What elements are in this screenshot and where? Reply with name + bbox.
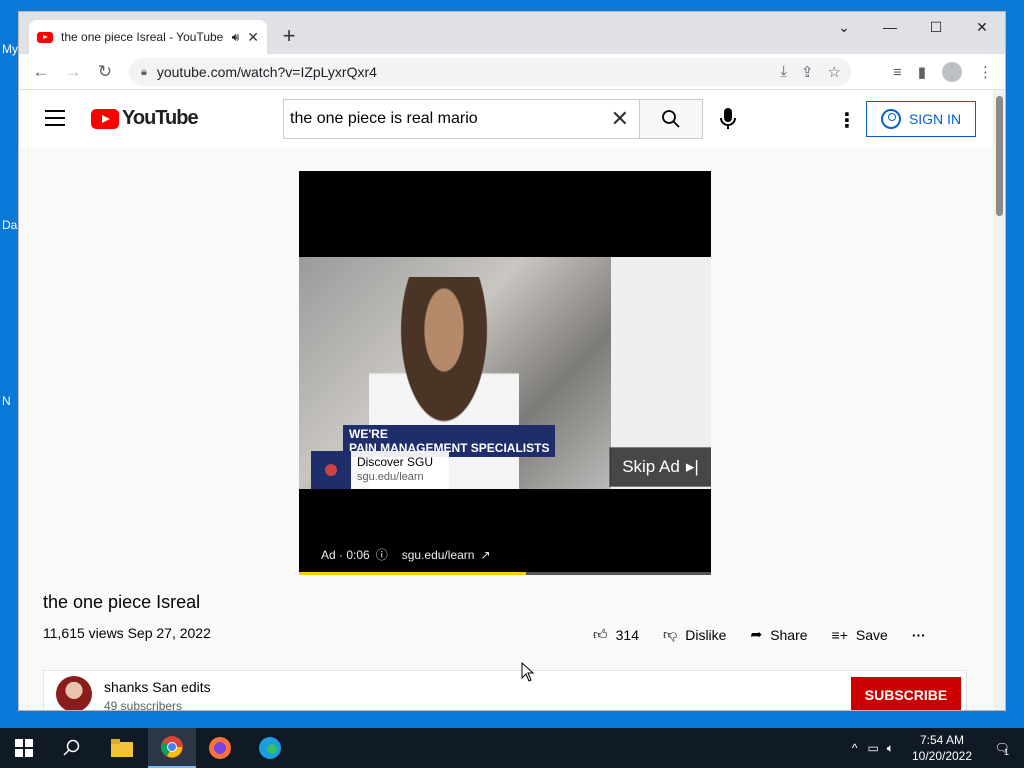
folder-icon [111, 739, 133, 757]
speaker-icon[interactable]: 🔊︎ [232, 30, 240, 45]
browser-toolbar: ← → ↻ 🔒︎ youtube.com/watch?v=IZpLyxrQxr4… [19, 54, 1005, 90]
youtube-play-icon [91, 108, 119, 129]
browser-tab[interactable]: the one piece Isreal - YouTube 🔊︎ ✕ [29, 20, 267, 54]
search-button[interactable] [639, 99, 703, 139]
bookmark-star-icon[interactable]: ☆ [828, 63, 841, 81]
tab-title: the one piece Isreal - YouTube [61, 30, 224, 44]
install-icon[interactable]: ⤓ [780, 63, 787, 81]
new-tab-button[interactable]: + [277, 24, 301, 48]
more-actions-icon[interactable]: ··· [912, 627, 926, 643]
notification-center-button[interactable]: 🗨︎ 1 [980, 741, 1024, 757]
channel-row: shanks San edits 49 subscribers SUBSCRIB… [43, 670, 967, 711]
thumbs-up-icon: 👍︎ [593, 626, 608, 642]
side-panel-icon[interactable]: ▮ [918, 63, 926, 81]
settings-menu-icon[interactable]: ⋮ [837, 108, 857, 133]
thumbs-down-icon: 👎︎ [663, 626, 678, 642]
video-title: the one piece Isreal [43, 592, 201, 612]
firefox-taskbar-button[interactable] [196, 728, 244, 768]
ad-time: Ad · 0:06 [321, 547, 370, 562]
volume-icon[interactable]: 🔈︎ [887, 741, 894, 756]
voice-search-button[interactable] [719, 107, 737, 136]
video-actions: 👍︎ 314 👎︎ Dislike ➦ Share ≡+ Save ··· [593, 626, 950, 643]
tray-chevron-icon[interactable]: ^ [852, 741, 858, 755]
ad-link[interactable]: sgu.edu/learn [402, 548, 475, 562]
views-and-date: 11,615 views Sep 27, 2022 [43, 625, 211, 641]
desktop-icon-label: Da [2, 218, 18, 232]
ad-card-title: Discover SGU [357, 455, 434, 469]
desktop-icon-label: My [2, 42, 18, 56]
channel-avatar[interactable] [56, 676, 92, 710]
youtube-header: YouTube the one piece is real mario ✕ ⋮ … [19, 90, 995, 148]
search-taskbar-button[interactable] [48, 728, 96, 768]
ad-video-frame[interactable]: WE'RE PAIN MANAGEMENT SPECIALISTS Discov… [299, 257, 711, 489]
firefox-icon [209, 737, 231, 759]
ad-card-url: sgu.edu/learn [357, 471, 424, 483]
ad-progress-bar[interactable] [299, 572, 711, 575]
tab-strip: the one piece Isreal - YouTube 🔊︎ ✕ + ⌄ … [19, 12, 1005, 54]
subscriber-count: 49 subscribers [104, 699, 183, 711]
ad-progress-fill [299, 572, 526, 575]
youtube-favicon-icon [37, 31, 53, 43]
search-icon [63, 739, 80, 756]
share-button[interactable]: ➦ Share [750, 626, 807, 643]
search-query: the one piece is real mario [290, 110, 478, 127]
like-button[interactable]: 👍︎ 314 [593, 626, 639, 643]
video-player[interactable]: WE'RE PAIN MANAGEMENT SPECIALISTS Discov… [299, 171, 711, 575]
media-control-icon[interactable]: ≡ [893, 64, 902, 81]
file-explorer-button[interactable] [98, 728, 146, 768]
playlist-add-icon: ≡+ [831, 626, 848, 643]
profile-avatar-icon[interactable] [942, 62, 962, 82]
ad-card[interactable]: Discover SGU sgu.edu/learn [311, 451, 449, 489]
sign-in-button[interactable]: SIGN IN [866, 101, 976, 137]
tab-search-icon[interactable]: ⌄ [821, 12, 867, 42]
address-bar[interactable]: 🔒︎ youtube.com/watch?v=IZpLyxrQxr4 ⤓ ⇪ ☆ [129, 58, 851, 86]
search-input[interactable]: the one piece is real mario ✕ [283, 99, 639, 139]
share-arrow-icon: ➦ [750, 626, 763, 642]
forward-button[interactable]: → [57, 62, 89, 82]
ad-info: Ad · 0:06 ⓘ sgu.edu/learn ↗ [321, 546, 491, 563]
back-button[interactable]: ← [25, 62, 57, 82]
youtube-page: YouTube the one piece is real mario ✕ ⋮ … [19, 90, 995, 711]
edge-taskbar-button[interactable] [246, 728, 294, 768]
microphone-icon [720, 108, 736, 129]
share-page-icon[interactable]: ⇪ [801, 63, 814, 81]
mouse-cursor-icon [521, 662, 535, 682]
close-window-button[interactable]: ✕ [959, 12, 1005, 42]
page-scrollbar[interactable] [993, 90, 1005, 710]
channel-name[interactable]: shanks San edits [104, 679, 211, 695]
system-tray: ^ ▭ 🔈︎ 7:54 AM 10/20/2022 🗨︎ 1 [852, 728, 1024, 768]
reload-button[interactable]: ↻ [89, 62, 121, 82]
taskbar: ^ ▭ 🔈︎ 7:54 AM 10/20/2022 🗨︎ 1 [0, 728, 1024, 768]
search-icon [662, 110, 680, 128]
menu-icon[interactable] [45, 110, 65, 131]
browser-window: the one piece Isreal - YouTube 🔊︎ ✕ + ⌄ … [18, 11, 1006, 711]
chrome-taskbar-button[interactable] [148, 728, 196, 768]
account-icon [880, 109, 901, 129]
youtube-logo[interactable]: YouTube [91, 107, 199, 130]
start-button[interactable] [0, 728, 48, 768]
skip-ad-button[interactable]: Skip Ad ▸| [609, 447, 711, 487]
url-text: youtube.com/watch?v=IZpLyxrQxr4 [156, 64, 377, 80]
scrollbar-thumb[interactable] [996, 96, 1003, 216]
desktop-icon-label: N [2, 394, 11, 408]
clear-search-icon[interactable]: ✕ [611, 106, 629, 132]
chrome-icon [160, 736, 183, 758]
subscribe-button[interactable]: SUBSCRIBE [851, 677, 961, 710]
save-button[interactable]: ≡+ Save [832, 627, 888, 643]
clock[interactable]: 7:54 AM 10/20/2022 [904, 732, 980, 764]
close-tab-icon[interactable]: ✕ [247, 29, 259, 46]
info-icon[interactable]: ⓘ [376, 546, 388, 563]
dislike-button[interactable]: 👎︎ Dislike [663, 626, 726, 643]
browser-menu-icon[interactable]: ⋮ [978, 63, 993, 81]
minimize-button[interactable]: — [867, 12, 913, 42]
edge-icon [259, 737, 281, 759]
lock-icon[interactable]: 🔒︎ [141, 66, 147, 79]
skip-next-icon: ▸| [685, 457, 699, 476]
sgu-logo-icon [311, 451, 351, 489]
network-icon[interactable]: ▭ [867, 741, 878, 755]
external-link-icon[interactable]: ↗ [480, 548, 490, 562]
maximize-button[interactable]: ☐ [913, 12, 959, 42]
windows-logo-icon [15, 739, 33, 757]
